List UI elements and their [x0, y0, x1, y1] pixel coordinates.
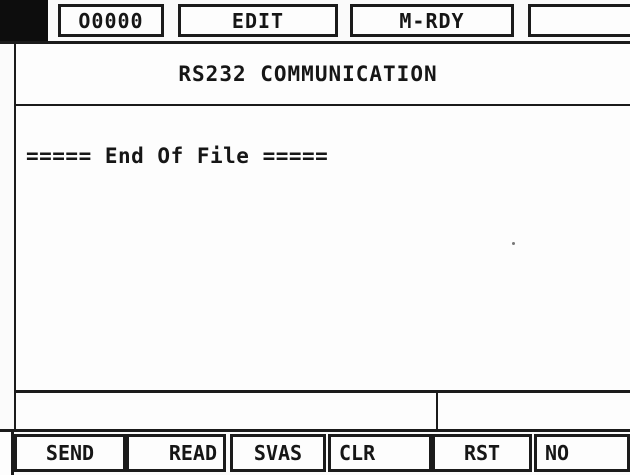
cnc-screen: O0000 EDIT M-RDY RS232 COMMUNICATION ===…: [0, 0, 630, 475]
message-field: [438, 393, 630, 429]
softkey-no[interactable]: NO: [534, 434, 630, 472]
mode-label: EDIT: [231, 8, 285, 33]
softkey-svas-label: SVAS: [253, 441, 303, 465]
softkey-read[interactable]: READ: [126, 434, 226, 472]
machine-state-label: M-RDY: [399, 8, 465, 33]
screen-speck: [512, 242, 515, 245]
screen-title: RS232 COMMUNICATION: [178, 62, 438, 86]
softkey-send[interactable]: SEND: [14, 434, 126, 472]
machine-state-display: M-RDY: [350, 4, 514, 37]
screen-title-bar: RS232 COMMUNICATION: [14, 44, 630, 106]
softkey-rst[interactable]: RST: [432, 434, 532, 472]
softkey-send-label: SEND: [45, 441, 95, 465]
softkey-clr-label: CLR: [339, 441, 376, 465]
program-number-display: O0000: [58, 4, 164, 37]
status-bar: O0000 EDIT M-RDY: [0, 0, 630, 44]
status-extra-display: [528, 4, 630, 37]
mode-display: EDIT: [178, 4, 338, 37]
program-display-area[interactable]: ===== End Of File =====: [14, 106, 630, 390]
softkey-rst-label: RST: [463, 441, 501, 465]
input-row-divider: [0, 429, 630, 432]
softkey-svas[interactable]: SVAS: [230, 434, 326, 472]
input-row: [14, 393, 630, 431]
softkey-clr[interactable]: CLR: [328, 434, 432, 472]
key-input-buffer[interactable]: [16, 393, 438, 429]
softkey-no-label: NO: [545, 441, 570, 465]
program-number: O0000: [78, 8, 144, 33]
softkey-read-label: READ: [168, 441, 217, 465]
softkey-left-margin: [0, 432, 14, 475]
status-indicator-block: [0, 0, 48, 41]
end-of-file-marker: ===== End Of File =====: [26, 144, 329, 168]
